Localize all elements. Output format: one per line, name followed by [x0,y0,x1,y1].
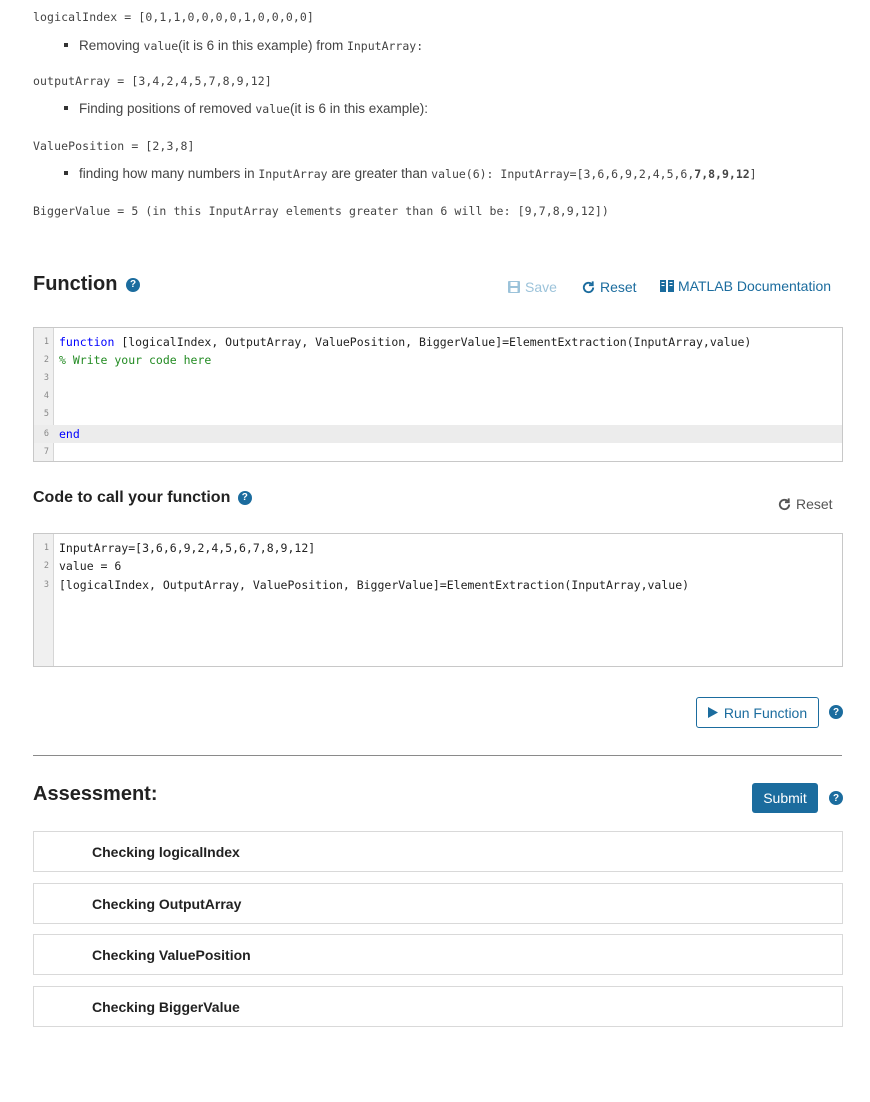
output-array-example: outputArray = [3,4,2,4,5,7,8,9,12] [33,74,272,88]
docs-label: MATLAB Documentation [678,278,832,294]
code-keyword: end [59,427,80,441]
code-line[interactable]: 5 [34,405,842,423]
line-number: 1 [43,543,49,553]
value-position-example: ValuePosition = [2,3,8] [33,139,195,153]
matlab-documentation-link[interactable]: MATLAB Documentation [660,278,831,294]
test-item-logical-index[interactable]: Checking logicalIndex [33,831,843,872]
bullet-text: Finding positions of removed [79,101,256,116]
logical-index-example: logicalIndex = [0,1,1,0,0,0,0,1,0,0,0,0] [33,10,314,24]
code-line-active[interactable]: 6 end [34,425,842,443]
line-number: 2 [43,355,49,365]
function-code-editor[interactable]: 1 function [logicalIndex, OutputArray, V… [33,327,843,462]
code-line[interactable]: 1 InputArray=[3,6,6,9,2,4,5,6,7,8,9,12] [34,539,842,557]
code-comment: % Write your code here [59,353,212,367]
book-icon [660,280,674,292]
inline-code: ] [749,167,757,181]
line-number: 6 [43,429,49,439]
bullet-greater-than: finding how many numbers in InputArray a… [64,166,757,181]
bullet-dot [64,106,68,110]
code-text: InputArray=[3,6,6,9,2,4,5,6,7,8,9,12] [59,541,316,555]
inline-code-bold: 7,8,9,12 [694,167,750,181]
bullet-text: finding how many numbers in [79,166,259,181]
bullet-text: Removing [79,38,144,53]
inline-code: InputArray [258,167,328,181]
code-line[interactable]: 1 function [logicalIndex, OutputArray, V… [34,333,842,351]
save-label: Save [525,279,557,295]
reset-icon [582,280,595,293]
code-line[interactable]: 4 [34,387,842,405]
save-icon [508,281,520,293]
test-item-bigger-value[interactable]: Checking BiggerValue [33,986,843,1027]
code-keyword: function [59,335,115,349]
line-number: 3 [43,580,49,590]
assessment-heading: Assessment: [33,783,158,805]
bullet-text: (it is 6 in this example): [289,101,429,116]
line-number: 5 [43,409,49,419]
code-line[interactable]: 2 value = 6 [34,557,842,575]
code-line[interactable]: 3 [34,369,842,387]
test-label: Checking logicalIndex [92,844,240,860]
save-button[interactable]: Save [507,279,557,295]
submit-label: Submit [763,790,807,806]
help-icon[interactable]: ? [829,791,843,805]
test-item-output-array[interactable]: Checking OutputArray [33,883,843,924]
reset-icon [778,497,791,510]
bullet-text: (it is 6 in this example) from [178,38,347,53]
call-code-editor[interactable]: 1 InputArray=[3,6,6,9,2,4,5,6,7,8,9,12] … [33,533,843,667]
code-text: value = 6 [59,559,122,573]
play-icon [707,707,718,718]
line-number: 3 [43,373,49,383]
bigger-value-example: BiggerValue = 5 (in this InputArray elem… [33,204,609,218]
code-line[interactable]: 7 [34,443,842,461]
line-number: 2 [43,561,49,571]
function-title: Function [33,273,118,295]
bullet-dot [64,43,68,47]
test-label: Checking ValuePosition [92,947,251,963]
run-function-button[interactable]: Run Function [696,697,819,728]
test-item-value-position[interactable]: Checking ValuePosition [33,934,843,975]
bullet-dot [64,171,68,175]
bullet-removing-value: Removing value (it is 6 in this example) … [64,38,423,53]
run-label: Run Function [723,704,808,721]
help-icon[interactable]: ? [126,277,140,292]
reset-label: Reset [600,279,637,295]
function-heading: Function ? [33,273,140,296]
function-reset-button[interactable]: Reset [581,279,637,295]
inline-code: value(6): InputArray=[3,6,6,9,2,4,5,6, [431,167,695,181]
line-number: 7 [43,447,49,457]
bullet-text: are greater than [327,166,432,181]
call-title: Code to call your function [33,489,231,506]
line-number: 4 [43,391,49,401]
call-heading: Code to call your function ? [33,489,252,507]
bullet-finding-positions: Finding positions of removed value (it is… [64,101,428,116]
help-icon[interactable]: ? [237,490,252,505]
code-text: [logicalIndex, OutputArray, ValuePositio… [59,578,690,592]
inline-code: value [255,102,290,116]
test-label: Checking BiggerValue [92,999,240,1015]
section-divider [33,755,842,756]
line-number: 1 [43,337,49,347]
inline-code: InputArray: [346,39,424,53]
reset-label: Reset [796,496,833,512]
code-text: [logicalIndex, OutputArray, ValuePositio… [114,335,752,349]
help-icon[interactable]: ? [829,705,843,719]
submit-button[interactable]: Submit [752,783,818,813]
call-reset-button[interactable]: Reset [777,496,833,512]
test-label: Checking OutputArray [92,896,242,912]
code-line[interactable]: 3 [logicalIndex, OutputArray, ValuePosit… [34,576,842,594]
inline-code: value [143,39,179,53]
code-line[interactable]: 2 % Write your code here [34,351,842,369]
